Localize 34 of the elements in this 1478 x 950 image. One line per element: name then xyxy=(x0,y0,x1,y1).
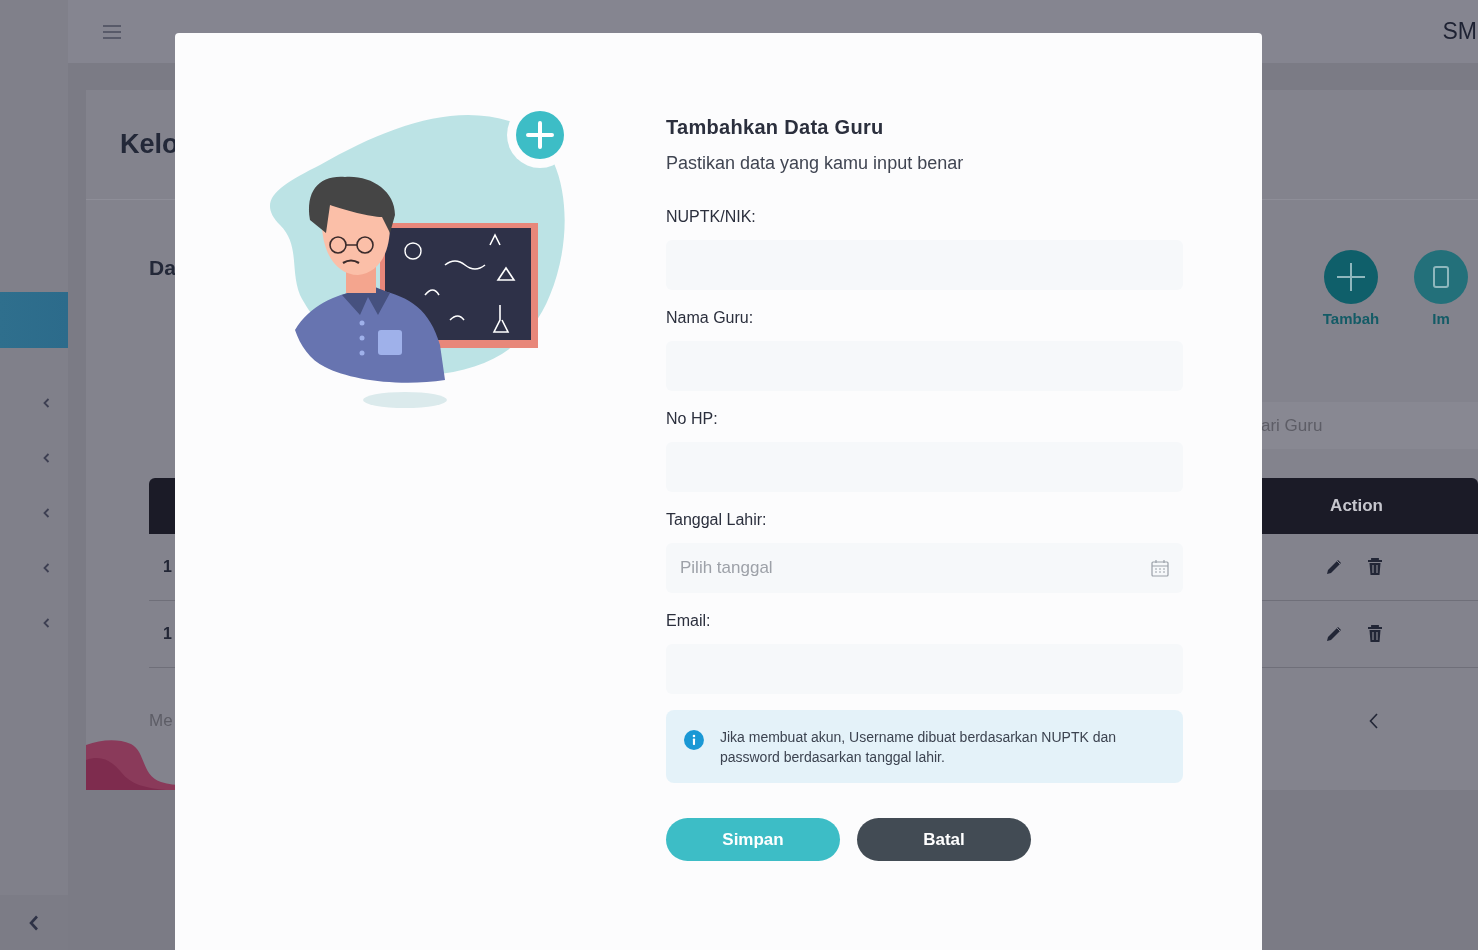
trash-icon[interactable] xyxy=(1367,625,1383,643)
save-button[interactable]: Simpan xyxy=(666,818,840,861)
document-icon[interactable] xyxy=(1414,250,1468,304)
chevron-left-icon[interactable] xyxy=(1369,712,1378,729)
action-label[interactable]: Im xyxy=(1432,308,1450,331)
section-title: Da xyxy=(149,255,176,281)
collapse-chevron-icon[interactable] xyxy=(29,914,39,931)
trash-icon[interactable] xyxy=(1367,558,1383,576)
column-header: Action xyxy=(1330,495,1383,518)
chevron-left-icon[interactable] xyxy=(43,452,50,463)
field-label: Email: xyxy=(666,611,712,631)
date-field[interactable]: Pilih tanggal xyxy=(666,543,1183,593)
field-label: Nama Guru: xyxy=(666,308,755,328)
plus-icon[interactable] xyxy=(1324,250,1378,304)
pencil-icon[interactable] xyxy=(1325,625,1343,643)
info-text: Jika membuat akun, Username dibuat berdasarkan NUPTK dan password berdasarkan tanggal lahir. xyxy=(719,728,1118,767)
field-label: Tanggal Lahir: xyxy=(666,510,768,530)
chevron-left-icon[interactable] xyxy=(43,507,50,518)
pencil-icon[interactable] xyxy=(1325,558,1343,576)
table-cell-text: 1 xyxy=(163,557,172,577)
chevron-left-icon[interactable] xyxy=(43,562,50,573)
page-title: Kelo xyxy=(120,128,179,162)
table-cell-text: 1 xyxy=(163,624,172,644)
cancel-button[interactable]: Batal xyxy=(857,818,1031,861)
chevron-left-icon[interactable] xyxy=(43,617,50,628)
field-label: NUPTK/NIK: xyxy=(666,207,757,227)
calendar-icon[interactable] xyxy=(1151,559,1169,577)
menu-icon[interactable] xyxy=(103,24,121,39)
action-label[interactable]: Tambah xyxy=(1322,308,1380,331)
modal-title: Tambahkan Data Guru xyxy=(666,115,885,140)
chevron-left-icon[interactable] xyxy=(43,397,50,408)
brand-text: SM xyxy=(1442,17,1477,47)
modal-subtitle: Pastikan data yang kamu input benar xyxy=(666,152,965,175)
field-label: No HP: xyxy=(666,409,719,429)
